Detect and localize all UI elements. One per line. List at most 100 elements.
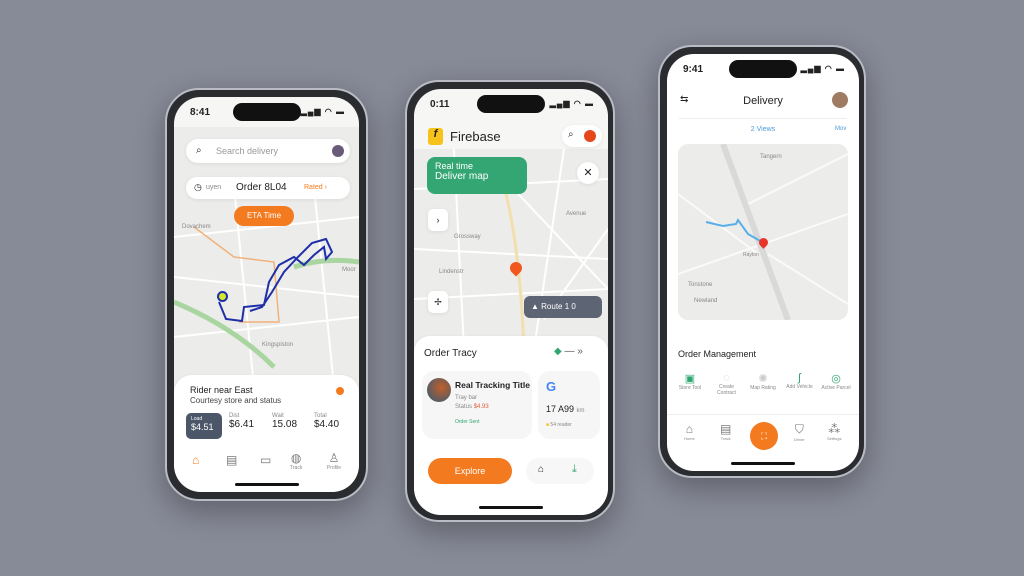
- summary-unit: km: [576, 408, 585, 414]
- avatar[interactable]: [832, 92, 848, 108]
- phone-1-screen: 8:41 ▂▄▆ ◠ ▬ Dovachem Kingspiston Moor ⌕…: [174, 97, 359, 492]
- status-time: 9:41: [683, 64, 704, 75]
- route-status-chip[interactable]: ▲ Route 1 0: [524, 296, 602, 318]
- dynamic-island: [477, 95, 545, 113]
- search-input[interactable]: Search delivery: [216, 146, 278, 156]
- nav-orders[interactable]: ▤: [226, 453, 237, 467]
- action-add-vehicle[interactable]: ʃ Add Vehicle: [783, 372, 817, 396]
- action-active-parcel[interactable]: ◎ Active Parcel: [819, 372, 853, 396]
- avatar[interactable]: [584, 130, 596, 142]
- nav-home[interactable]: ⌂: [192, 453, 199, 467]
- warning-icon: ▲: [531, 302, 542, 311]
- download-icon[interactable]: ⤓: [572, 463, 577, 476]
- navigate-button[interactable]: ›: [428, 209, 448, 231]
- tab-views[interactable]: 2 Views: [667, 126, 859, 133]
- stat-tile[interactable]: Dist $6.41: [229, 413, 254, 430]
- realtime-callout: Real time Deliver map: [427, 157, 527, 194]
- action-store-tool[interactable]: ▣ Store Tool: [673, 372, 707, 396]
- order-tag: Order Sent: [455, 419, 480, 425]
- order-line-2-label: Status: [455, 404, 473, 410]
- order-prefix: uyen: [206, 184, 222, 191]
- dynamic-island: [232, 103, 301, 121]
- page-title: Delivery: [743, 95, 783, 107]
- nav-label: Track: [720, 436, 731, 441]
- phone-3-screen: 9:41 ▂▄▆ ◠ ▬ ⇆ Delivery 2 Views Mov Tang…: [667, 54, 859, 471]
- badge-icon[interactable]: [336, 387, 344, 395]
- order-card[interactable]: Real Tracking Title Tray bar Status $4.9…: [422, 371, 532, 439]
- nav-track[interactable]: ▤ Track: [720, 422, 731, 441]
- summary-note-text: 54 reader: [550, 422, 572, 428]
- scan-icon: ⛶: [760, 431, 768, 441]
- search-icon: ⌕: [196, 145, 202, 156]
- order-bar[interactable]: ◷ uyen Order 8L04 Rated ›: [186, 177, 350, 199]
- stat-tile[interactable]: Load $4.51: [186, 413, 222, 439]
- avatar[interactable]: [332, 145, 344, 157]
- nav-wallet[interactable]: ▭: [260, 453, 271, 467]
- map-label: Lindenstr: [439, 269, 464, 275]
- map-label: Avenue: [566, 211, 587, 217]
- home-icon: ⌂: [685, 422, 693, 436]
- tab-more[interactable]: Mov: [835, 126, 846, 132]
- globe-icon: ◍: [290, 451, 302, 465]
- driver-marker-icon[interactable]: [217, 291, 228, 302]
- action-label: Create Contract: [717, 384, 736, 396]
- status-time: 8:41: [190, 107, 211, 118]
- check-icon: ◎: [831, 373, 841, 385]
- stat-tile[interactable]: Wait 15.08: [272, 413, 297, 430]
- order-line-2: Status $4.93: [455, 404, 489, 410]
- nav-settings[interactable]: ⁂ Settings: [827, 422, 841, 441]
- store-icon: ▣: [684, 373, 696, 385]
- map-label: Dovachem: [182, 224, 211, 230]
- stat-value: 15.08: [272, 419, 298, 430]
- refresh-icon: ✺: [758, 373, 768, 385]
- pin-icon: ʃ: [798, 372, 801, 384]
- box-icon: ▤: [226, 453, 238, 467]
- action-label: Map Rating: [750, 385, 776, 391]
- summary-card[interactable]: G 17 A99 km ■ 54 reader: [538, 371, 600, 439]
- nav-label: Profile: [326, 465, 342, 471]
- stat-tile[interactable]: Total $4.40: [314, 413, 339, 430]
- status-icons: ▂▄▆ ◠ ▬: [300, 107, 345, 116]
- action-grid: ▣ Store Tool ◌ Create Contract ✺ Map Rating…: [673, 372, 853, 396]
- list-icon: ▤: [720, 422, 732, 436]
- order-action-link[interactable]: Rated ›: [304, 184, 327, 191]
- route-status-text: Route 1 0: [541, 302, 576, 311]
- map-view[interactable]: Tangern Rayton Tonstone Newland: [678, 144, 848, 320]
- map-view[interactable]: Dovachem Kingspiston Moor: [174, 127, 359, 388]
- summary-value-number: 17 A99: [546, 404, 575, 414]
- order-line-2-value: $4.93: [473, 404, 489, 410]
- search-icon: ⌕: [568, 129, 574, 140]
- explore-button[interactable]: Explore: [428, 458, 512, 484]
- eta-callout: ETA Time: [234, 206, 294, 226]
- nav-track[interactable]: ◍ Track: [290, 451, 302, 471]
- expand-icon[interactable]: ◆ — »: [554, 346, 583, 357]
- clock-icon: ◷: [194, 182, 202, 192]
- search-bar[interactable]: ⌕ Search delivery: [186, 139, 350, 163]
- summary-value: 17 A99 km: [546, 404, 585, 414]
- nav-label: Home: [684, 436, 695, 441]
- user-icon: ♙: [328, 451, 340, 465]
- nav-profile[interactable]: ♙ Profile: [324, 451, 344, 471]
- action-map-rating[interactable]: ✺ Map Rating: [746, 372, 780, 396]
- app-logo: f: [428, 128, 443, 145]
- callout-line-2: Deliver map: [435, 171, 489, 182]
- bag-button[interactable]: ⌂ ⤓: [526, 458, 594, 484]
- map-label: Kingspiston: [262, 342, 294, 348]
- order-title: Real Tracking Title: [455, 380, 530, 390]
- phone-1: 8:41 ▂▄▆ ◠ ▬ Dovachem Kingspiston Moor ⌕…: [165, 88, 368, 501]
- nav-home[interactable]: ⌂ Home: [684, 422, 695, 441]
- map-label: Tonstone: [688, 282, 713, 288]
- action-create-contract[interactable]: ◌ Create Contract: [710, 372, 744, 396]
- chat-icon: ◌: [723, 372, 730, 384]
- close-button[interactable]: ✕: [577, 162, 599, 184]
- compass-button[interactable]: ✢: [428, 291, 448, 313]
- scan-button[interactable]: ⛶: [750, 422, 778, 450]
- section-title: Order Tracy: [424, 348, 477, 359]
- nav-driver[interactable]: ⛉ Driver: [794, 422, 805, 442]
- nav-label: Settings: [827, 436, 842, 441]
- order-thumbnail: [427, 378, 451, 402]
- search-button[interactable]: ⌕: [562, 125, 602, 147]
- phone-2-screen: 0:11 ▂▄▆ ◠ ▬ Avenue Grossway Lindenstr f…: [414, 89, 608, 515]
- order-line-1: Tray bar: [455, 395, 478, 401]
- wallet-icon: ▭: [260, 453, 272, 467]
